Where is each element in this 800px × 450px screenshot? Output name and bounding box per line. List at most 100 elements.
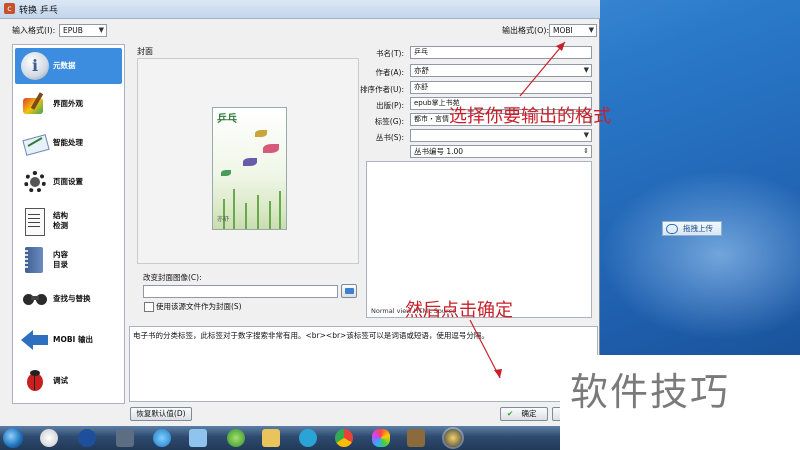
title-label: 书名(T): [376, 49, 404, 58]
drag-upload-label: 拖拽上传 [683, 224, 713, 233]
info-icon: i [21, 52, 49, 80]
cloud-drive-icon[interactable] [189, 429, 207, 447]
calibre-app-icon: c [4, 3, 15, 14]
grass-decoration [257, 195, 259, 229]
use-source-cover-label: 使用该源文件作为封面(S) [156, 302, 242, 311]
document-lines-icon [21, 207, 49, 236]
leaf-decoration [255, 130, 267, 137]
folder-icon[interactable] [262, 429, 280, 447]
sidebar-item-label: 页面设置 [53, 177, 83, 186]
leaf-decoration [243, 158, 257, 166]
sidebar-item-page-setup[interactable]: 页面设置 [15, 164, 122, 200]
arrow-left-icon [21, 326, 49, 354]
sidebar-item-label: 结构 检测 [53, 211, 68, 230]
chevron-down-icon: ▼ [583, 131, 589, 139]
series-index-spinbox[interactable]: 丛书编号 1.00 ⇕ [410, 145, 592, 158]
folder-icon [345, 288, 354, 294]
chevron-down-icon: ▼ [588, 26, 594, 34]
annotation-click-ok: 然后点击确定 [405, 300, 513, 321]
sidebar-item-label: 内容 目录 [53, 250, 68, 269]
sidebar-item-mobi-output[interactable]: MOBI 输出 [15, 322, 122, 358]
change-cover-label: 改变封面图像(C): [143, 273, 202, 282]
output-format-combo[interactable]: MOBI ▼ [549, 24, 597, 37]
series-label: 丛书(S): [375, 133, 404, 142]
cover-image: 乒乓 亦舒 [212, 107, 287, 230]
media-icon[interactable] [40, 429, 58, 447]
sidebar-item-toc[interactable]: 内容 目录 [15, 242, 122, 278]
spin-arrows-icon: ⇕ [583, 147, 589, 155]
tags-label: 标签(G): [374, 117, 404, 126]
series-index-value: 丛书编号 1.00 [414, 147, 464, 156]
sidebar-item-label: 查找与替换 [53, 294, 91, 303]
convert-dialog: c 转换 乒乓 输入格式(I): EPUB ▼ 输出格式(O): MOBI ▼ … [0, 0, 600, 426]
comments-editor[interactable]: Normal view HTML Source [366, 161, 592, 318]
browse-cover-button[interactable] [341, 284, 357, 298]
computer-icon[interactable] [116, 429, 134, 447]
output-format-value: MOBI [553, 26, 573, 35]
input-format-label: 输入格式(I): [12, 26, 56, 35]
input-format-combo[interactable]: EPUB ▼ [59, 24, 107, 37]
author-sort-field[interactable]: 亦舒 [410, 81, 592, 94]
sidebar-item-look-feel[interactable]: 界面外观 [15, 86, 122, 122]
bluetooth-icon[interactable] [78, 429, 96, 447]
ladybug-icon [21, 367, 49, 395]
series-combo[interactable]: ▼ [410, 129, 592, 142]
use-source-cover-checkbox[interactable] [144, 302, 154, 312]
chrome-icon[interactable] [335, 429, 353, 447]
start-button[interactable] [3, 428, 23, 448]
cover-section-label: 封面 [137, 47, 153, 56]
calibre-taskbar-icon[interactable] [444, 429, 462, 447]
sidebar-item-structure[interactable]: 结构 检测 [15, 203, 122, 239]
grass-decoration [279, 191, 281, 229]
library-icon[interactable] [407, 429, 425, 447]
binoculars-icon [21, 285, 49, 313]
ok-button-label: 确定 [521, 409, 537, 418]
sidebar: i 元数据 界面外观 智能处理 页面设置 结构 检测 内容 目录 查找与替换 M… [12, 44, 125, 404]
author-combo[interactable]: 亦舒 ▼ [410, 64, 592, 77]
input-format-value: EPUB [63, 26, 83, 35]
grass-decoration [245, 203, 247, 229]
page-setup-icon [21, 168, 49, 196]
photo-app-icon[interactable] [372, 429, 390, 447]
title-bar: c 转换 乒乓 [0, 0, 600, 19]
app-s-icon[interactable] [299, 429, 317, 447]
cover-path-input[interactable] [143, 285, 338, 298]
watermark: 软件技巧 [560, 355, 800, 450]
wand-icon [21, 129, 50, 157]
leaf-decoration [263, 144, 279, 153]
sidebar-item-label: 元数据 [53, 61, 76, 70]
annotation-choose-format: 选择你要输出的格式 [449, 106, 611, 127]
author-label: 作者(A): [375, 68, 404, 77]
check-icon: ✔ [507, 409, 514, 418]
ok-button[interactable]: ✔ 确定 [500, 407, 548, 421]
drag-upload-button[interactable]: 拖拽上传 [662, 221, 722, 236]
restore-defaults-button[interactable]: 恢复默认值(D) [130, 407, 192, 421]
paint-brush-icon [21, 90, 49, 118]
leaf-decoration [221, 170, 231, 176]
author-sort-label: 排序作者(U): [360, 85, 404, 94]
chevron-down-icon: ▼ [583, 66, 589, 74]
window-title: 转换 乒乓 [19, 6, 58, 16]
sidebar-item-search-replace[interactable]: 查找与替换 [15, 281, 122, 317]
chevron-down-icon: ▼ [98, 26, 104, 34]
grass-decoration [269, 201, 271, 229]
grass-decoration [233, 189, 235, 229]
sidebar-item-metadata[interactable]: i 元数据 [15, 48, 122, 84]
security-icon[interactable] [227, 429, 245, 447]
sidebar-item-label: 调试 [53, 376, 68, 385]
sidebar-item-label: 界面外观 [53, 99, 83, 108]
sidebar-item-heuristics[interactable]: 智能处理 [15, 125, 122, 161]
watermark-text: 软件技巧 [570, 370, 731, 414]
book-icon [21, 246, 49, 274]
cover-book-title: 乒乓 [217, 114, 237, 125]
internet-explorer-icon[interactable] [153, 429, 171, 447]
help-description: 电子书的分类标签，此标签对于数字搜索非常有用。<br><br>该标签可以是词语或… [129, 326, 598, 402]
sidebar-item-label: 智能处理 [53, 138, 83, 147]
sidebar-item-label: MOBI 输出 [53, 335, 93, 344]
sidebar-item-debug[interactable]: 调试 [15, 363, 122, 399]
publisher-label: 出版(P): [376, 101, 404, 110]
output-format-label: 输出格式(O): [502, 26, 550, 35]
desktop-glow [600, 170, 800, 340]
title-field[interactable]: 乒乓 [410, 46, 592, 59]
cloud-icon [666, 224, 678, 234]
